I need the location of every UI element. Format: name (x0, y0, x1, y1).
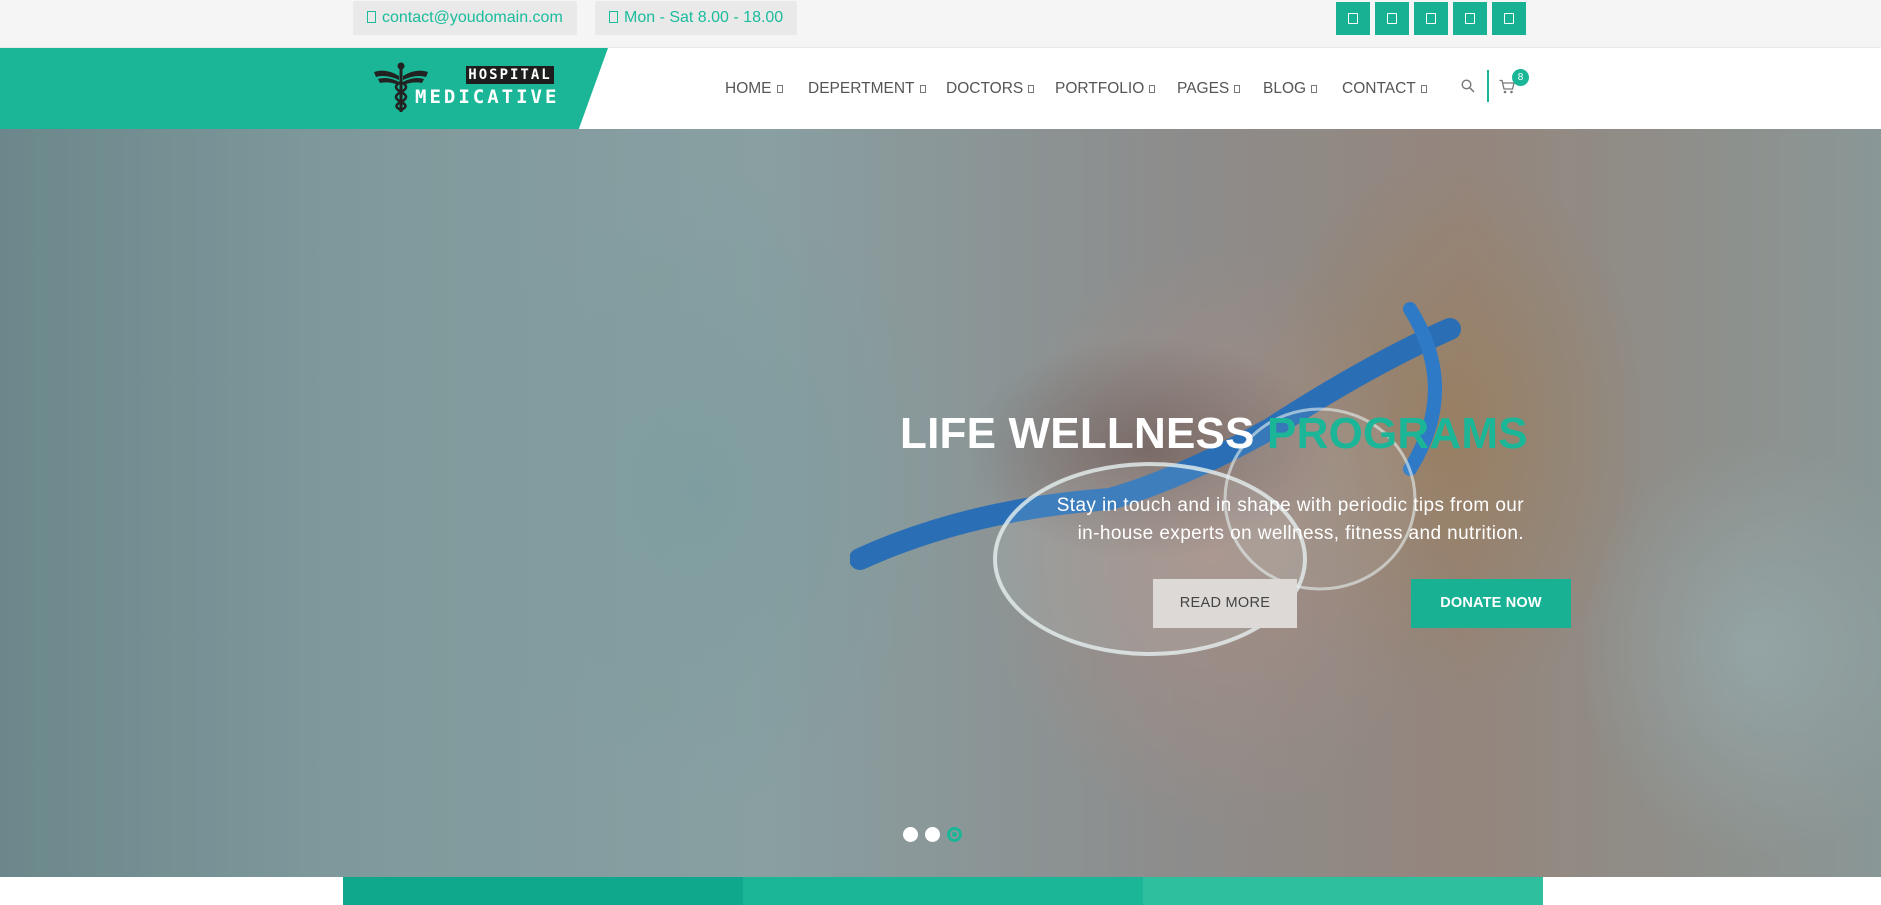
hero-subtitle-line: in-house experts on wellness, fitness an… (1077, 523, 1524, 544)
hours-text: Mon - Sat 8.00 - 18.00 (624, 9, 784, 26)
hero-title: LIFE WELLNESS PROGRAMS (900, 406, 1528, 462)
chevron-down-icon (919, 85, 926, 93)
facebook-icon[interactable] (1336, 2, 1370, 35)
top-bar: contact@youdomain.com Mon - Sat 8.00 - 1… (0, 0, 1881, 48)
nav-item-doctors[interactable]: DOCTORS (946, 48, 1035, 129)
nav-label: BLOG (1263, 80, 1307, 97)
hero-title-main: LIFE WELLNESS (900, 409, 1255, 458)
hero-subtitle: Stay in touch and in shape with periodic… (980, 492, 1524, 548)
chevron-down-icon (1149, 85, 1156, 93)
envelope-icon (367, 11, 376, 23)
linkedin-icon[interactable] (1453, 2, 1487, 35)
logo-tagline[interactable]: HOSPITAL (466, 66, 554, 84)
nav-item-pages[interactable]: PAGES (1177, 48, 1241, 129)
feature-strip-2 (743, 877, 1143, 905)
search-icon[interactable] (1461, 79, 1475, 93)
chevron-down-icon (776, 85, 783, 93)
hero-title-accent: PROGRAMS (1267, 409, 1528, 458)
chevron-down-icon (1311, 85, 1318, 93)
nav-item-portfolio[interactable]: PORTFOLIO (1055, 48, 1156, 129)
email-link[interactable]: contact@youdomain.com (353, 1, 577, 35)
main-header: HOSPITAL MEDICATIVE HOME DEPERTMENT DOCT… (0, 48, 1881, 129)
slider-dot[interactable] (903, 827, 918, 842)
cart-count-badge: 8 (1512, 69, 1529, 86)
slider-dot[interactable] (925, 827, 940, 842)
hero-slider: LIFE WELLNESS PROGRAMS Stay in touch and… (0, 129, 1881, 877)
read-more-button[interactable]: READ MORE (1153, 579, 1297, 628)
clock-icon (609, 11, 618, 23)
nav-label: PAGES (1177, 80, 1230, 97)
nav-item-contact[interactable]: CONTACT (1342, 48, 1427, 129)
slider-dot[interactable] (947, 827, 962, 842)
header-divider (1487, 70, 1489, 102)
nav-label: CONTACT (1342, 80, 1416, 97)
google-plus-icon[interactable] (1414, 2, 1448, 35)
nav-label: HOME (725, 80, 772, 97)
feature-strip-1 (343, 877, 743, 905)
nav-label: DOCTORS (946, 80, 1024, 97)
email-text: contact@youdomain.com (382, 9, 563, 26)
nav-item-home[interactable]: HOME (725, 48, 783, 129)
working-hours: Mon - Sat 8.00 - 18.00 (595, 1, 798, 35)
nav-item-department[interactable]: DEPERTMENT (808, 48, 926, 129)
nav-item-blog[interactable]: BLOG (1263, 48, 1318, 129)
logo-name[interactable]: MEDICATIVE (415, 84, 556, 110)
donate-now-button[interactable]: DONATE NOW (1411, 579, 1571, 628)
instagram-icon[interactable] (1492, 2, 1526, 35)
twitter-icon[interactable] (1375, 2, 1409, 35)
chevron-down-icon (1420, 85, 1427, 93)
chevron-down-icon (1028, 85, 1035, 93)
feature-strip-3 (1143, 877, 1543, 905)
nav-label: DEPERTMENT (808, 80, 915, 97)
hero-subtitle-line: Stay in touch and in shape with periodic… (1056, 495, 1524, 516)
nav-label: PORTFOLIO (1055, 80, 1145, 97)
chevron-down-icon (1234, 85, 1241, 93)
page: contact@youdomain.com Mon - Sat 8.00 - 1… (0, 0, 1881, 905)
